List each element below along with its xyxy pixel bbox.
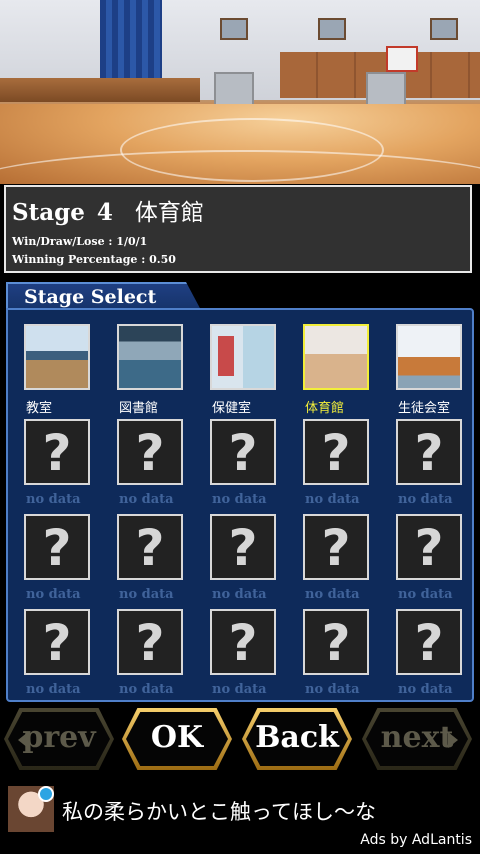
question-mark-icon: ?	[135, 424, 165, 482]
prev-button[interactable]: prev	[4, 708, 114, 770]
ad-avatar	[8, 786, 54, 832]
locked-stage-cell[interactable]: ?	[396, 609, 462, 675]
question-mark-icon: ?	[321, 614, 351, 672]
question-mark-icon: ?	[321, 519, 351, 577]
no-data-label: no data	[305, 682, 360, 697]
question-mark-icon: ?	[42, 424, 72, 482]
stage-number: 4	[96, 199, 113, 226]
ad-banner[interactable]: 私の柔らかいとこ触ってほし～な Ads by AdLantis	[0, 782, 480, 854]
ad-text: 私の柔らかいとこ触ってほし～な	[62, 800, 376, 824]
question-mark-icon: ?	[228, 519, 258, 577]
locked-stage-cell[interactable]: ?	[396, 419, 462, 485]
stage-label-selected: 体育館	[305, 401, 345, 416]
no-data-label: no data	[212, 492, 267, 507]
locked-stage-cell[interactable]: ?	[396, 514, 462, 580]
locked-stage-cell[interactable]: ?	[210, 419, 276, 485]
back-label: Back	[255, 720, 339, 755]
back-button[interactable]: Back	[242, 708, 352, 770]
no-data-label: no data	[26, 587, 81, 602]
ad-attribution: Ads by AdLantis	[360, 832, 472, 848]
stage-thumb-health-room[interactable]	[210, 324, 276, 390]
no-data-label: no data	[26, 492, 81, 507]
ok-button[interactable]: OK	[122, 708, 232, 770]
question-mark-icon: ?	[414, 519, 444, 577]
question-mark-icon: ?	[321, 424, 351, 482]
no-data-label: no data	[305, 492, 360, 507]
stage-thumb-classroom[interactable]	[24, 324, 90, 390]
question-mark-icon: ?	[42, 614, 72, 672]
badge-icon	[38, 786, 54, 802]
locked-stage-cell[interactable]: ?	[210, 609, 276, 675]
locked-stage-cell[interactable]: ?	[24, 609, 90, 675]
no-data-label: no data	[398, 682, 453, 697]
no-data-label: no data	[119, 587, 174, 602]
locked-stage-cell[interactable]: ?	[303, 609, 369, 675]
locked-stage-cell[interactable]: ?	[303, 419, 369, 485]
stage-info-panel: Stage 4 体育館 Win/Draw/Lose : 1/0/1 Winnin…	[4, 185, 472, 273]
stage-label: 図書館	[119, 401, 159, 416]
stage-thumb-student-council-room[interactable]	[396, 324, 462, 390]
locked-stage-cell[interactable]: ?	[117, 514, 183, 580]
next-label: next	[380, 720, 454, 755]
no-data-label: no data	[398, 587, 453, 602]
prev-label: prev	[22, 720, 96, 755]
no-data-label: no data	[212, 682, 267, 697]
question-mark-icon: ?	[135, 519, 165, 577]
stage-thumb-library[interactable]	[117, 324, 183, 390]
question-mark-icon: ?	[414, 614, 444, 672]
question-mark-icon: ?	[228, 424, 258, 482]
no-data-label: no data	[119, 492, 174, 507]
stage-name: 体育館	[134, 200, 204, 226]
question-mark-icon: ?	[135, 614, 165, 672]
win-draw-lose: Win/Draw/Lose : 1/0/1	[12, 235, 148, 248]
no-data-label: no data	[398, 492, 453, 507]
question-mark-icon: ?	[228, 614, 258, 672]
no-data-label: no data	[212, 587, 267, 602]
locked-stage-cell[interactable]: ?	[24, 419, 90, 485]
ok-label: OK	[150, 720, 204, 755]
stage-label: 保健室	[212, 401, 252, 416]
locked-stage-cell[interactable]: ?	[24, 514, 90, 580]
question-mark-icon: ?	[414, 424, 444, 482]
stage-word: Stage	[12, 199, 85, 226]
locked-stage-cell[interactable]: ?	[303, 514, 369, 580]
no-data-label: no data	[119, 682, 174, 697]
locked-stage-cell[interactable]: ?	[117, 609, 183, 675]
stage-label: 生徒会室	[398, 401, 451, 416]
next-button[interactable]: next	[362, 708, 472, 770]
stage-label: 教室	[26, 401, 53, 416]
stage-select-title: Stage Select	[24, 286, 157, 308]
stage-thumb-gymnasium[interactable]	[303, 324, 369, 390]
stage-title: Stage 4 体育館	[12, 193, 204, 227]
locked-stage-cell[interactable]: ?	[210, 514, 276, 580]
question-mark-icon: ?	[42, 519, 72, 577]
no-data-label: no data	[26, 682, 81, 697]
winning-percentage: Winning Percentage : 0.50	[12, 253, 176, 266]
locked-stage-cell[interactable]: ?	[117, 419, 183, 485]
stage-preview-image	[0, 0, 480, 184]
no-data-label: no data	[305, 587, 360, 602]
